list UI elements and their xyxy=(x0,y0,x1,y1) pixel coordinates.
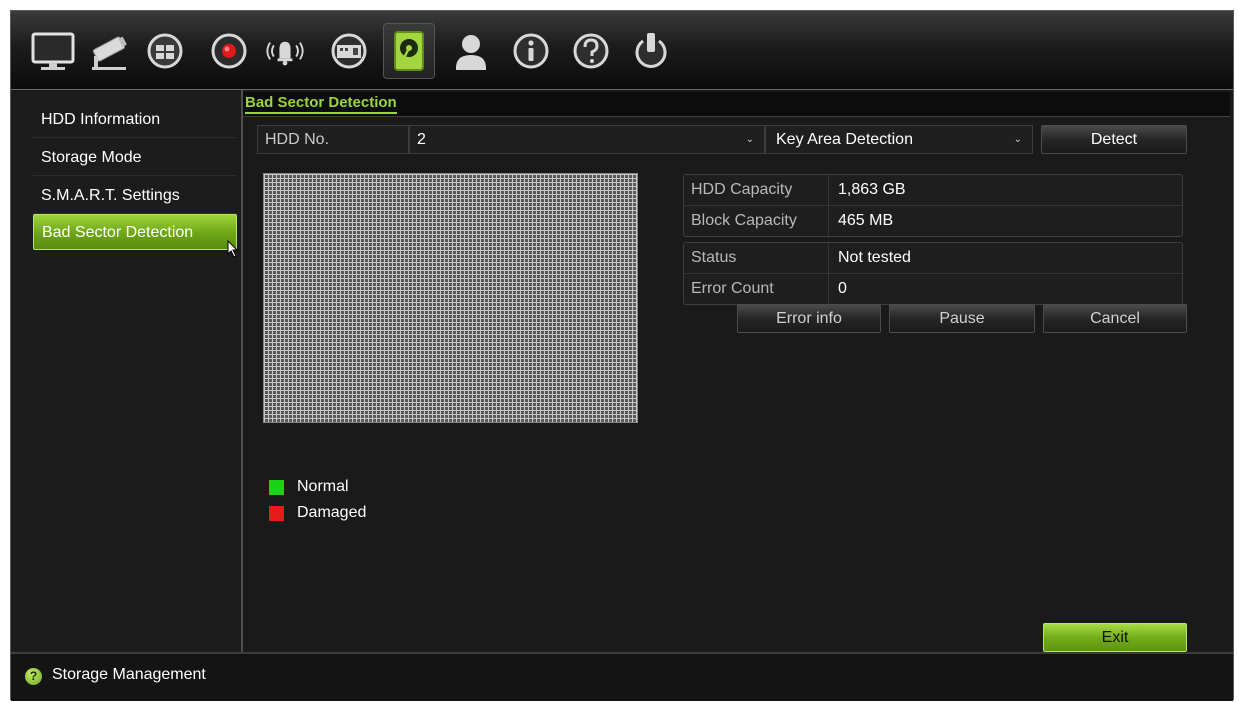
record-icon[interactable] xyxy=(203,23,255,79)
error-info-button[interactable]: Error info xyxy=(737,304,881,333)
hdd-capacity-label: HDD Capacity xyxy=(684,175,829,205)
top-menu-bar xyxy=(11,11,1233,90)
sidebar: HDD Information Storage Mode S.M.A.R.T. … xyxy=(11,90,243,652)
help-icon: ? xyxy=(25,668,42,685)
chevron-down-icon: ⌄ xyxy=(1013,134,1022,145)
exit-button[interactable]: Exit xyxy=(1043,623,1187,652)
status-info-box: Status Not tested Error Count 0 xyxy=(683,242,1183,305)
monitor-icon[interactable] xyxy=(27,23,79,79)
sidebar-item-storage-mode[interactable]: Storage Mode xyxy=(33,140,237,176)
hdd-capacity-row: HDD Capacity 1,863 GB xyxy=(684,175,1182,206)
power-icon[interactable] xyxy=(625,23,677,79)
device-icon[interactable] xyxy=(323,23,375,79)
user-icon[interactable] xyxy=(445,23,497,79)
hdd-capacity-value: 1,863 GB xyxy=(838,181,906,198)
help-icon[interactable] xyxy=(565,23,617,79)
tab-bad-sector-detection[interactable]: Bad Sector Detection xyxy=(245,94,397,114)
sector-map-grid xyxy=(263,173,638,423)
network-icon[interactable] xyxy=(139,23,191,79)
legend-normal-label: Normal xyxy=(297,478,349,495)
error-count-label: Error Count xyxy=(684,274,829,304)
mouse-cursor-icon xyxy=(227,240,239,258)
damaged-swatch xyxy=(269,505,284,521)
hdd-no-select[interactable]: 2 ⌄ xyxy=(409,125,765,154)
sidebar-item-bad-sector-detection[interactable]: Bad Sector Detection xyxy=(33,214,237,250)
storage-icon[interactable] xyxy=(383,23,435,79)
legend-damaged: Damaged xyxy=(269,504,366,522)
cancel-button[interactable]: Cancel xyxy=(1043,304,1187,333)
main-panel: Bad Sector Detection HDD No. 2 ⌄ Key Are… xyxy=(243,90,1233,652)
hdd-no-value: 2 xyxy=(417,131,426,148)
status-row: Status Not tested xyxy=(684,243,1182,274)
capacity-info-box: HDD Capacity 1,863 GB Block Capacity 465… xyxy=(683,174,1183,237)
hdd-no-label: HDD No. xyxy=(257,125,409,154)
detect-button[interactable]: Detect xyxy=(1041,125,1187,154)
detection-type-select[interactable]: Key Area Detection ⌄ xyxy=(765,125,1033,154)
legend-normal: Normal xyxy=(269,478,349,496)
sidebar-item-smart-settings[interactable]: S.M.A.R.T. Settings xyxy=(33,178,237,214)
tab-bar: Bad Sector Detection xyxy=(243,92,1230,117)
normal-swatch xyxy=(269,479,284,495)
alarm-icon[interactable] xyxy=(259,23,311,79)
error-count-row: Error Count 0 xyxy=(684,274,1182,304)
info-icon[interactable] xyxy=(505,23,557,79)
legend-damaged-label: Damaged xyxy=(297,504,367,521)
pause-button[interactable]: Pause xyxy=(889,304,1035,333)
sidebar-item-hdd-information[interactable]: HDD Information xyxy=(33,102,237,138)
status-bar: ? Storage Management xyxy=(11,652,1233,701)
block-capacity-label: Block Capacity xyxy=(684,206,829,236)
detection-type-value: Key Area Detection xyxy=(776,131,913,148)
block-capacity-row: Block Capacity 465 MB xyxy=(684,206,1182,236)
status-label: Status xyxy=(684,243,829,273)
status-bar-title: Storage Management xyxy=(52,666,206,683)
camera-icon[interactable] xyxy=(83,23,135,79)
app-window: HDD Information Storage Mode S.M.A.R.T. … xyxy=(10,10,1234,701)
block-capacity-value: 465 MB xyxy=(838,212,894,229)
status-value: Not tested xyxy=(838,249,911,266)
error-count-value: 0 xyxy=(838,280,847,297)
chevron-down-icon: ⌄ xyxy=(745,134,754,145)
